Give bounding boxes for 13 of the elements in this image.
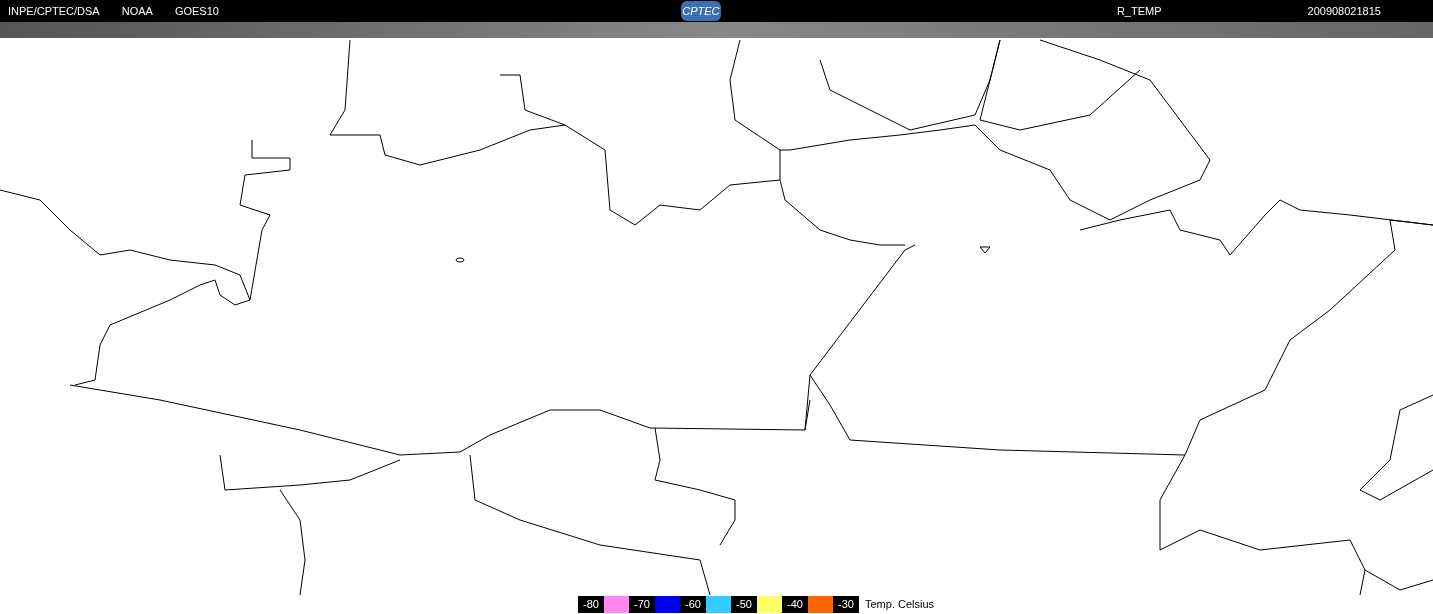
product-label: R_TEMP [1116,3,1162,19]
legend-value: -80 [578,596,604,613]
header-label: GOES10 [174,3,219,19]
legend-value: -50 [731,596,757,613]
legend-value: -30 [833,596,859,613]
legend-value: -40 [782,596,808,613]
header-label: INPE/CPTEC/DSA [8,3,100,19]
legend-caption: Temp. Celsius [865,597,935,613]
legend-value: -60 [680,596,706,613]
header-label: NOAA [121,3,153,19]
logo: CPTEC [680,1,721,21]
legend-value: -70 [629,596,655,613]
timestamp: 200908021815 [1307,3,1381,19]
